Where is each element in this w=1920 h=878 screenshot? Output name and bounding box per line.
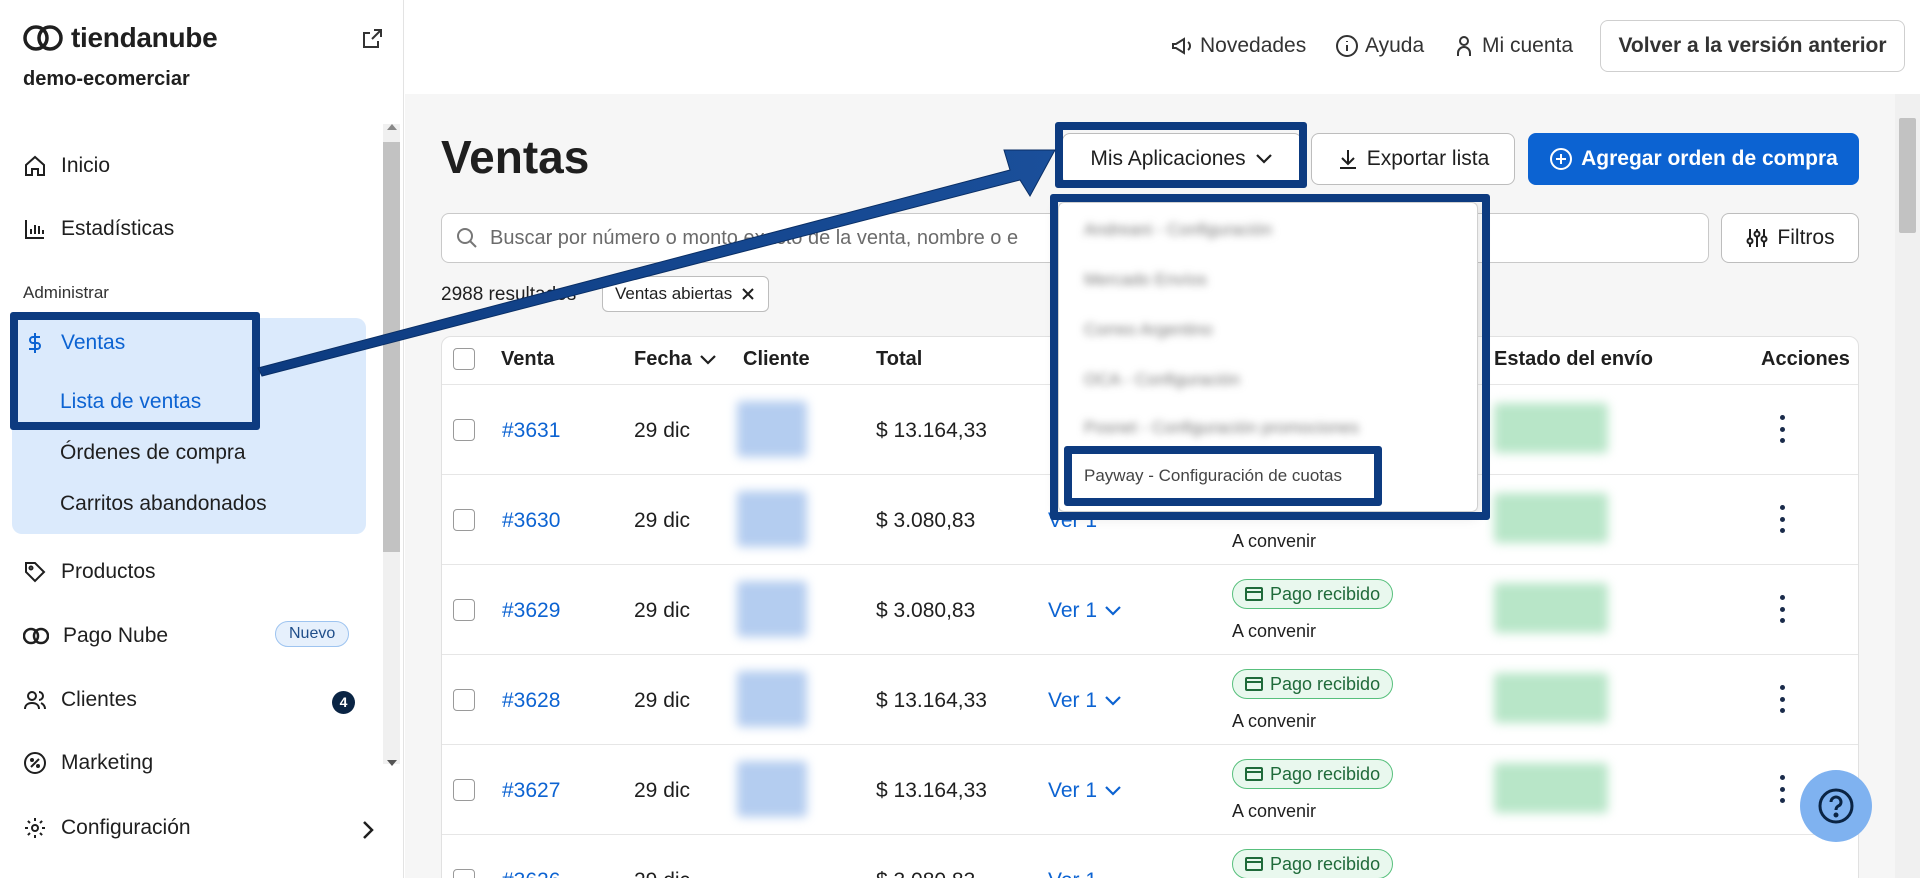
- question-icon: [1818, 788, 1854, 824]
- help-button[interactable]: [1800, 770, 1872, 842]
- main-scrollbar-thumb[interactable]: [1899, 118, 1916, 233]
- annotation-arrow-icon: [257, 149, 1056, 377]
